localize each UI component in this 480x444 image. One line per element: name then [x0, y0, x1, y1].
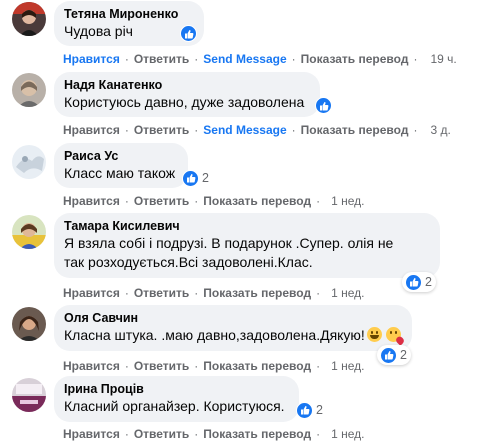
- comment-text: Чудова річ: [64, 23, 133, 39]
- avatar[interactable]: [12, 145, 46, 179]
- separator: ·: [124, 194, 129, 208]
- reactions-summary[interactable]: 2: [179, 168, 213, 188]
- separator: ·: [291, 52, 296, 66]
- comment-bubble: Оля Савчин Класна штука. .маю давно,задо…: [54, 305, 412, 351]
- separator: ·: [291, 123, 296, 137]
- like-button[interactable]: Нравится: [63, 286, 120, 300]
- send-message-button[interactable]: Send Message: [203, 123, 286, 137]
- avatar[interactable]: [12, 215, 46, 249]
- reactions-summary[interactable]: 2: [377, 345, 411, 365]
- avatar[interactable]: [12, 307, 46, 341]
- separator: ·: [124, 427, 129, 441]
- separator: ·: [194, 52, 199, 66]
- separator: ·: [124, 359, 129, 373]
- avatar[interactable]: [12, 73, 46, 107]
- like-button[interactable]: Нравится: [63, 123, 120, 137]
- thumbs-up-icon: [296, 401, 313, 419]
- comment-timestamp[interactable]: 1 нед.: [331, 427, 364, 441]
- comment-text: Класний органайзер. Користуюся.: [64, 398, 285, 414]
- show-translation-button[interactable]: Показать перевод: [301, 52, 409, 66]
- comment-actions: Нравится · Ответить · Показать перевод ·…: [63, 194, 364, 208]
- separator: ·: [194, 194, 199, 208]
- comment-author[interactable]: Тетяна Мироненко: [64, 6, 194, 22]
- avatar[interactable]: [12, 2, 46, 36]
- avatar[interactable]: [12, 378, 46, 412]
- comment-author[interactable]: Надя Канатенко: [64, 77, 310, 93]
- reactions-count: 2: [316, 403, 323, 417]
- reply-button[interactable]: Ответить: [134, 194, 189, 208]
- comment-actions: Нравится · Ответить · Показать перевод ·…: [63, 359, 364, 373]
- thumbs-up-icon: [405, 273, 422, 291]
- like-button[interactable]: Нравится: [63, 427, 120, 441]
- comment-text-body: Класна штука. .маю давно,задоволена.Дяку…: [64, 327, 365, 343]
- thumbs-up-icon[interactable]: [315, 97, 332, 114]
- comment-text-line: так розходується.Всі задоволені.Клас.: [64, 254, 313, 270]
- show-translation-button[interactable]: Показать перевод: [301, 123, 409, 137]
- separator: ·: [316, 286, 321, 300]
- thumbs-up-icon: [182, 169, 199, 187]
- comment-timestamp[interactable]: 19 ч.: [430, 52, 456, 66]
- reactions-count: 2: [425, 275, 432, 289]
- show-translation-button[interactable]: Показать перевод: [203, 427, 311, 441]
- comment-author[interactable]: Тамара Кисилевич: [64, 218, 430, 234]
- thumbs-up-icon: [380, 346, 397, 364]
- comment-timestamp[interactable]: 1 нед.: [331, 194, 364, 208]
- like-button[interactable]: Нравится: [63, 194, 120, 208]
- comment-timestamp[interactable]: 1 нед.: [331, 286, 364, 300]
- comment-text: Користуюсь давно, дуже задоволена: [64, 94, 305, 110]
- show-translation-button[interactable]: Показать перевод: [203, 286, 311, 300]
- reply-button[interactable]: Ответить: [134, 359, 189, 373]
- reply-button[interactable]: Ответить: [134, 52, 189, 66]
- reply-button[interactable]: Ответить: [134, 286, 189, 300]
- comment-bubble: Раиса Ус Класс маю також: [54, 143, 188, 188]
- comment-text-line: Я взяла собі і подрузі. В подарунок .Суп…: [64, 235, 394, 251]
- comment-actions: Нравится · Ответить · Показать перевод ·…: [63, 427, 364, 441]
- reply-button[interactable]: Ответить: [134, 123, 189, 137]
- separator: ·: [194, 427, 199, 441]
- comment-author[interactable]: Ірина Проців: [64, 381, 289, 397]
- comment-text: Класс маю також: [64, 165, 176, 181]
- comment-actions: Нравится · Ответить · Send Message · Пок…: [63, 123, 451, 137]
- separator: ·: [194, 286, 199, 300]
- separator: ·: [316, 194, 321, 208]
- like-button[interactable]: Нравится: [63, 52, 120, 66]
- comment-actions: Нравится · Ответить · Показать перевод ·…: [63, 286, 364, 300]
- send-message-button[interactable]: Send Message: [203, 52, 286, 66]
- reactions-summary[interactable]: 2: [402, 272, 436, 292]
- separator: ·: [124, 123, 129, 137]
- show-translation-button[interactable]: Показать перевод: [203, 194, 311, 208]
- separator: ·: [194, 359, 199, 373]
- comment-timestamp[interactable]: 1 нед.: [331, 359, 364, 373]
- reactions-count: 2: [400, 348, 407, 362]
- show-translation-button[interactable]: Показать перевод: [203, 359, 311, 373]
- reactions-summary[interactable]: 2: [293, 400, 327, 420]
- separator: ·: [124, 52, 129, 66]
- comment-bubble: Ірина Проців Класний органайзер. Користу…: [54, 376, 299, 422]
- comment-actions: Нравится · Ответить · Send Message · Пок…: [63, 52, 457, 66]
- comment-author[interactable]: Оля Савчин: [64, 310, 402, 326]
- separator: ·: [413, 123, 418, 137]
- reply-button[interactable]: Ответить: [134, 427, 189, 441]
- separator: ·: [413, 52, 418, 66]
- separator: ·: [124, 286, 129, 300]
- comment-bubble: Тамара Кисилевич Я взяла собі і подрузі.…: [54, 213, 440, 278]
- kissing-face-emoji-icon: [385, 327, 406, 346]
- separator: ·: [194, 123, 199, 137]
- comment-bubble: Надя Канатенко Користуюсь давно, дуже за…: [54, 72, 320, 117]
- grinning-face-emoji-icon: [366, 327, 382, 342]
- comment-timestamp[interactable]: 3 д.: [430, 123, 450, 137]
- comment-author[interactable]: Раиса Ус: [64, 148, 178, 164]
- comment-text: Класна штука. .маю давно,задоволена.Дяку…: [64, 326, 406, 346]
- separator: ·: [316, 359, 321, 373]
- reactions-count: 2: [202, 171, 209, 185]
- separator: ·: [316, 427, 321, 441]
- thumbs-up-icon[interactable]: [180, 25, 197, 42]
- like-button[interactable]: Нравится: [63, 359, 120, 373]
